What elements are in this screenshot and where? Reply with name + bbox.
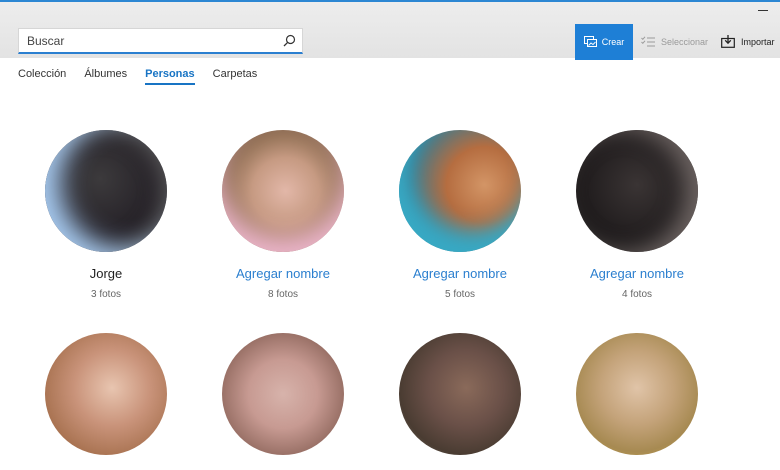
add-name-link[interactable]: Agregar nombre — [557, 266, 717, 281]
tab-albumes[interactable]: Álbumes — [84, 68, 127, 85]
search-input[interactable] — [19, 29, 276, 52]
select-icon — [641, 35, 655, 49]
create-label: Crear — [601, 37, 625, 47]
nav-tabs: Colección Álbumes Personas Carpetas — [18, 68, 257, 85]
tab-personas[interactable]: Personas — [145, 68, 195, 85]
person-name: Jorge — [89, 266, 123, 281]
select-button[interactable]: Seleccionar — [641, 24, 708, 60]
search-box[interactable] — [18, 28, 303, 54]
person-card[interactable] — [380, 333, 540, 455]
person-card[interactable]: Agregar nombre 5 fotos — [380, 130, 540, 300]
person-photo[interactable] — [45, 333, 167, 455]
select-label: Seleccionar — [661, 37, 709, 47]
person-photo[interactable] — [576, 333, 698, 455]
person-card[interactable]: Agregar nombre 4 fotos — [557, 130, 717, 300]
person-card[interactable] — [203, 333, 363, 455]
person-photo[interactable] — [222, 130, 344, 252]
person-photo[interactable] — [222, 333, 344, 455]
person-card[interactable]: Jorge 3 fotos — [26, 130, 186, 300]
person-card[interactable] — [26, 333, 186, 455]
create-icon — [583, 35, 597, 49]
person-card[interactable] — [557, 333, 717, 455]
photo-count: 8 fotos — [267, 289, 299, 300]
title-bar: Crear Seleccionar Importar — [0, 2, 780, 60]
import-button[interactable]: Importar — [721, 24, 775, 60]
photo-count: 3 fotos — [90, 289, 122, 300]
person-photo[interactable] — [399, 333, 521, 455]
add-name-link[interactable]: Agregar nombre — [203, 266, 363, 281]
person-card[interactable]: Agregar nombre 8 fotos — [203, 130, 363, 300]
tab-coleccion[interactable]: Colección — [18, 68, 66, 85]
minimize-button[interactable] — [756, 6, 770, 14]
person-photo[interactable] — [576, 130, 698, 252]
person-photo[interactable] — [399, 130, 521, 252]
photo-count: 5 fotos — [444, 289, 476, 300]
photo-count: 4 fotos — [621, 289, 653, 300]
import-icon — [721, 34, 735, 50]
person-photo[interactable] — [45, 130, 167, 252]
import-label: Importar — [741, 37, 775, 47]
create-button[interactable]: Crear — [575, 24, 633, 60]
search-icon[interactable] — [276, 29, 302, 53]
tab-carpetas[interactable]: Carpetas — [213, 68, 258, 85]
add-name-link[interactable]: Agregar nombre — [380, 266, 540, 281]
